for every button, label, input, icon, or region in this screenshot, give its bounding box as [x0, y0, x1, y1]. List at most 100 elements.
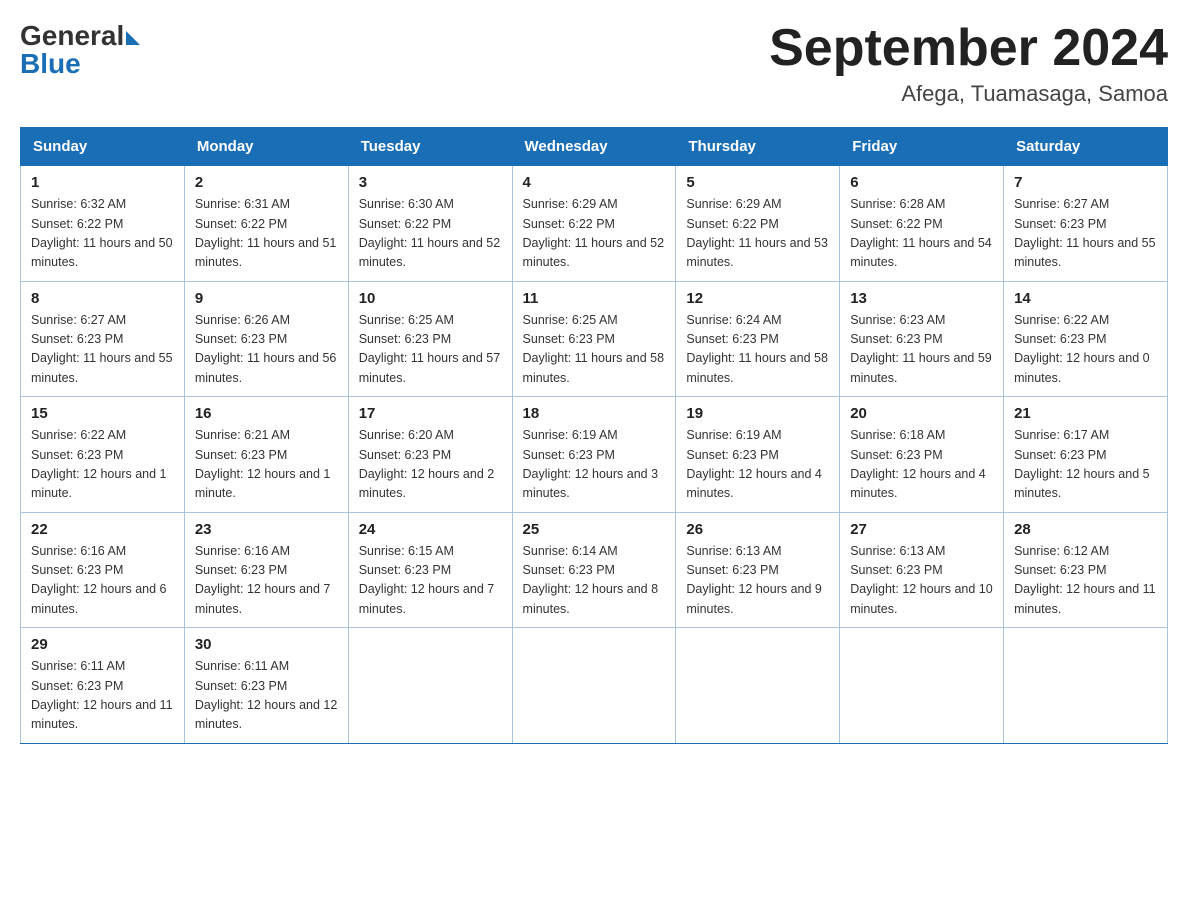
calendar-cell: 27 Sunrise: 6:13 AM Sunset: 6:23 PM Dayl…: [840, 512, 1004, 628]
header-thursday: Thursday: [676, 128, 840, 166]
day-info: Sunrise: 6:29 AM Sunset: 6:22 PM Dayligh…: [686, 195, 829, 273]
calendar-table: SundayMondayTuesdayWednesdayThursdayFrid…: [20, 127, 1168, 744]
week-row-2: 8 Sunrise: 6:27 AM Sunset: 6:23 PM Dayli…: [21, 281, 1168, 397]
day-info: Sunrise: 6:30 AM Sunset: 6:22 PM Dayligh…: [359, 195, 502, 273]
calendar-cell: 25 Sunrise: 6:14 AM Sunset: 6:23 PM Dayl…: [512, 512, 676, 628]
day-info: Sunrise: 6:11 AM Sunset: 6:23 PM Dayligh…: [195, 657, 338, 735]
day-info: Sunrise: 6:32 AM Sunset: 6:22 PM Dayligh…: [31, 195, 174, 273]
calendar-cell: 12 Sunrise: 6:24 AM Sunset: 6:23 PM Dayl…: [676, 281, 840, 397]
day-info: Sunrise: 6:12 AM Sunset: 6:23 PM Dayligh…: [1014, 542, 1157, 620]
day-number: 14: [1014, 290, 1157, 307]
calendar-cell: 16 Sunrise: 6:21 AM Sunset: 6:23 PM Dayl…: [184, 397, 348, 513]
day-info: Sunrise: 6:17 AM Sunset: 6:23 PM Dayligh…: [1014, 426, 1157, 504]
day-info: Sunrise: 6:25 AM Sunset: 6:23 PM Dayligh…: [523, 311, 666, 389]
day-number: 12: [686, 290, 829, 307]
day-number: 18: [523, 405, 666, 422]
page-header: General Blue September 2024 Afega, Tuama…: [20, 20, 1168, 107]
header-sunday: Sunday: [21, 128, 185, 166]
day-number: 25: [523, 521, 666, 538]
calendar-cell: 5 Sunrise: 6:29 AM Sunset: 6:22 PM Dayli…: [676, 166, 840, 282]
title-section: September 2024 Afega, Tuamasaga, Samoa: [769, 20, 1168, 107]
calendar-cell: 22 Sunrise: 6:16 AM Sunset: 6:23 PM Dayl…: [21, 512, 185, 628]
calendar-cell: [348, 628, 512, 744]
header-monday: Monday: [184, 128, 348, 166]
calendar-cell: 20 Sunrise: 6:18 AM Sunset: 6:23 PM Dayl…: [840, 397, 1004, 513]
day-number: 3: [359, 174, 502, 191]
day-info: Sunrise: 6:18 AM Sunset: 6:23 PM Dayligh…: [850, 426, 993, 504]
day-number: 29: [31, 636, 174, 653]
calendar-cell: 2 Sunrise: 6:31 AM Sunset: 6:22 PM Dayli…: [184, 166, 348, 282]
calendar-cell: 10 Sunrise: 6:25 AM Sunset: 6:23 PM Dayl…: [348, 281, 512, 397]
day-number: 5: [686, 174, 829, 191]
header-saturday: Saturday: [1004, 128, 1168, 166]
calendar-cell: 29 Sunrise: 6:11 AM Sunset: 6:23 PM Dayl…: [21, 628, 185, 744]
calendar-cell: 14 Sunrise: 6:22 AM Sunset: 6:23 PM Dayl…: [1004, 281, 1168, 397]
calendar-cell: 24 Sunrise: 6:15 AM Sunset: 6:23 PM Dayl…: [348, 512, 512, 628]
day-number: 24: [359, 521, 502, 538]
day-number: 6: [850, 174, 993, 191]
calendar-cell: 21 Sunrise: 6:17 AM Sunset: 6:23 PM Dayl…: [1004, 397, 1168, 513]
header-tuesday: Tuesday: [348, 128, 512, 166]
calendar-cell: [840, 628, 1004, 744]
calendar-cell: [512, 628, 676, 744]
logo-arrow-icon: [126, 31, 140, 45]
week-row-5: 29 Sunrise: 6:11 AM Sunset: 6:23 PM Dayl…: [21, 628, 1168, 744]
calendar-cell: 11 Sunrise: 6:25 AM Sunset: 6:23 PM Dayl…: [512, 281, 676, 397]
day-info: Sunrise: 6:15 AM Sunset: 6:23 PM Dayligh…: [359, 542, 502, 620]
day-number: 4: [523, 174, 666, 191]
day-number: 11: [523, 290, 666, 307]
day-number: 22: [31, 521, 174, 538]
day-info: Sunrise: 6:27 AM Sunset: 6:23 PM Dayligh…: [31, 311, 174, 389]
day-info: Sunrise: 6:19 AM Sunset: 6:23 PM Dayligh…: [523, 426, 666, 504]
calendar-cell: 23 Sunrise: 6:16 AM Sunset: 6:23 PM Dayl…: [184, 512, 348, 628]
calendar-cell: 1 Sunrise: 6:32 AM Sunset: 6:22 PM Dayli…: [21, 166, 185, 282]
day-number: 15: [31, 405, 174, 422]
day-info: Sunrise: 6:25 AM Sunset: 6:23 PM Dayligh…: [359, 311, 502, 389]
day-info: Sunrise: 6:22 AM Sunset: 6:23 PM Dayligh…: [1014, 311, 1157, 389]
day-info: Sunrise: 6:27 AM Sunset: 6:23 PM Dayligh…: [1014, 195, 1157, 273]
location-title: Afega, Tuamasaga, Samoa: [769, 81, 1168, 107]
week-row-1: 1 Sunrise: 6:32 AM Sunset: 6:22 PM Dayli…: [21, 166, 1168, 282]
calendar-cell: 18 Sunrise: 6:19 AM Sunset: 6:23 PM Dayl…: [512, 397, 676, 513]
day-number: 27: [850, 521, 993, 538]
calendar-cell: 13 Sunrise: 6:23 AM Sunset: 6:23 PM Dayl…: [840, 281, 1004, 397]
calendar-cell: 15 Sunrise: 6:22 AM Sunset: 6:23 PM Dayl…: [21, 397, 185, 513]
calendar-cell: 17 Sunrise: 6:20 AM Sunset: 6:23 PM Dayl…: [348, 397, 512, 513]
day-number: 20: [850, 405, 993, 422]
day-number: 30: [195, 636, 338, 653]
day-number: 21: [1014, 405, 1157, 422]
day-number: 16: [195, 405, 338, 422]
day-info: Sunrise: 6:20 AM Sunset: 6:23 PM Dayligh…: [359, 426, 502, 504]
day-info: Sunrise: 6:31 AM Sunset: 6:22 PM Dayligh…: [195, 195, 338, 273]
header-friday: Friday: [840, 128, 1004, 166]
day-number: 23: [195, 521, 338, 538]
day-number: 26: [686, 521, 829, 538]
day-number: 9: [195, 290, 338, 307]
header-wednesday: Wednesday: [512, 128, 676, 166]
calendar-cell: 3 Sunrise: 6:30 AM Sunset: 6:22 PM Dayli…: [348, 166, 512, 282]
day-number: 28: [1014, 521, 1157, 538]
day-number: 1: [31, 174, 174, 191]
calendar-cell: [676, 628, 840, 744]
calendar-cell: 6 Sunrise: 6:28 AM Sunset: 6:22 PM Dayli…: [840, 166, 1004, 282]
header-row: SundayMondayTuesdayWednesdayThursdayFrid…: [21, 128, 1168, 166]
calendar-cell: [1004, 628, 1168, 744]
day-info: Sunrise: 6:21 AM Sunset: 6:23 PM Dayligh…: [195, 426, 338, 504]
logo: General Blue: [20, 20, 140, 80]
calendar-cell: 19 Sunrise: 6:19 AM Sunset: 6:23 PM Dayl…: [676, 397, 840, 513]
day-number: 7: [1014, 174, 1157, 191]
calendar-cell: 30 Sunrise: 6:11 AM Sunset: 6:23 PM Dayl…: [184, 628, 348, 744]
day-number: 10: [359, 290, 502, 307]
week-row-3: 15 Sunrise: 6:22 AM Sunset: 6:23 PM Dayl…: [21, 397, 1168, 513]
week-row-4: 22 Sunrise: 6:16 AM Sunset: 6:23 PM Dayl…: [21, 512, 1168, 628]
logo-blue-text: Blue: [20, 48, 81, 80]
day-number: 17: [359, 405, 502, 422]
calendar-cell: 26 Sunrise: 6:13 AM Sunset: 6:23 PM Dayl…: [676, 512, 840, 628]
day-info: Sunrise: 6:29 AM Sunset: 6:22 PM Dayligh…: [523, 195, 666, 273]
day-number: 8: [31, 290, 174, 307]
day-info: Sunrise: 6:28 AM Sunset: 6:22 PM Dayligh…: [850, 195, 993, 273]
day-info: Sunrise: 6:22 AM Sunset: 6:23 PM Dayligh…: [31, 426, 174, 504]
day-info: Sunrise: 6:16 AM Sunset: 6:23 PM Dayligh…: [31, 542, 174, 620]
day-info: Sunrise: 6:26 AM Sunset: 6:23 PM Dayligh…: [195, 311, 338, 389]
calendar-cell: 7 Sunrise: 6:27 AM Sunset: 6:23 PM Dayli…: [1004, 166, 1168, 282]
